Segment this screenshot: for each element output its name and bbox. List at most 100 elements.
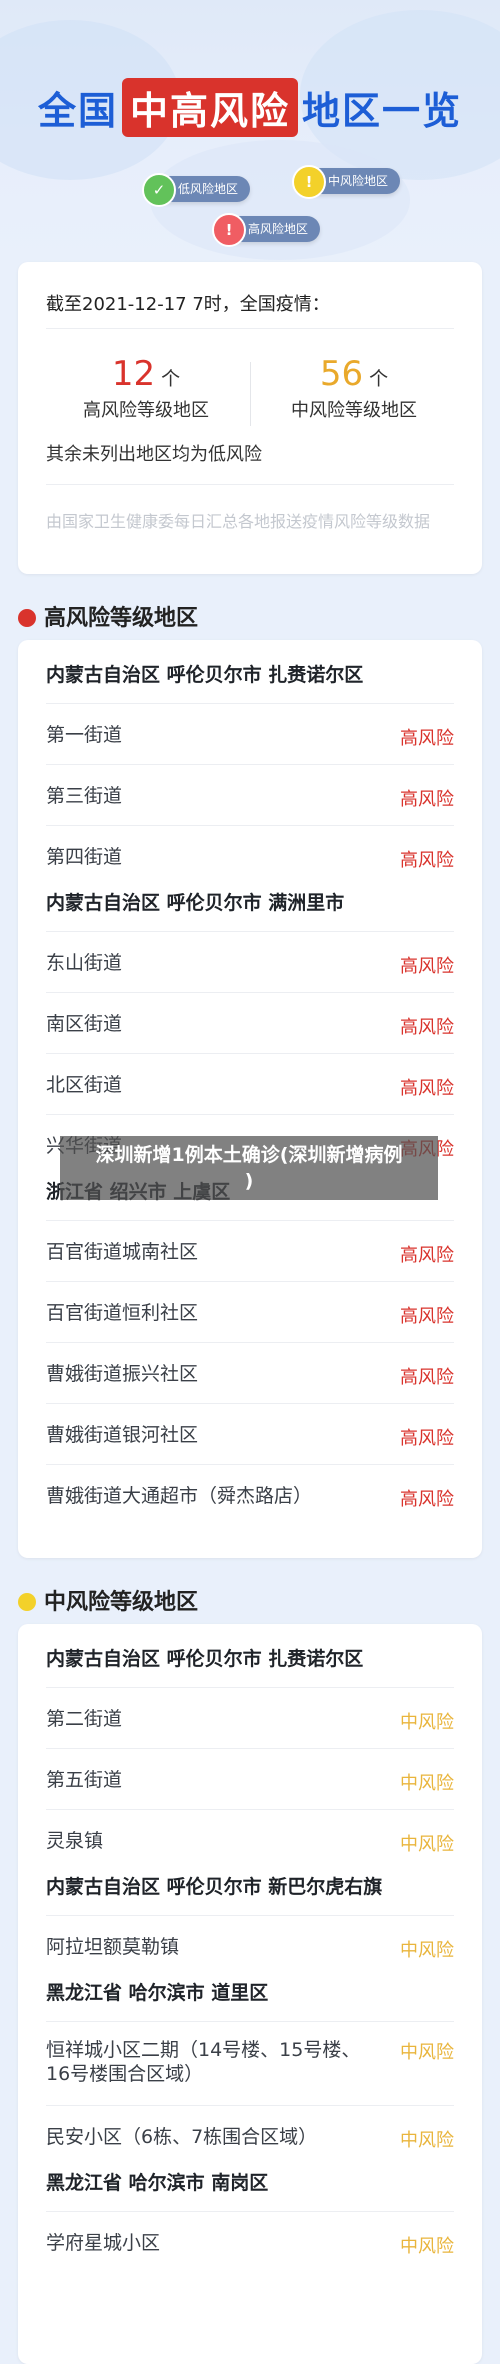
yellow-dot-icon: [18, 1593, 36, 1611]
list-item: 学府星城小区 中风险: [46, 2211, 454, 2273]
risk-level-badge: 中风险: [400, 2042, 454, 2063]
area-name: 民安小区（6栋、7栋围合区域）: [46, 2126, 318, 2148]
list-item: 民安小区（6栋、7栋围合区域） 中风险: [46, 2105, 454, 2167]
region-heading: 内蒙古自治区 呼伦贝尔市 满洲里市: [46, 892, 345, 914]
list-item: 第五街道 中风险: [46, 1748, 454, 1810]
area-name: 第五街道: [46, 1769, 123, 1791]
low-risk-note: 其余未列出地区均为低风险: [46, 444, 262, 465]
legend-high: ! 高风险地区: [212, 213, 321, 247]
hero-banner: 全国 中高风险 地区一览 ✓ 低风险地区 ! 中风险地区 ! 高风险地区: [0, 0, 500, 262]
list-item: 曹娥街道大通超市（舜杰路店） 高风险: [46, 1464, 454, 1526]
list-item: 曹娥街道银河社区 高风险: [46, 1403, 454, 1465]
divider: [46, 484, 454, 485]
area-name: 第一街道: [46, 724, 123, 746]
risk-level-badge: 中风险: [400, 1940, 454, 1961]
area-name: 第二街道: [46, 1708, 123, 1730]
divider: [46, 328, 454, 329]
area-name: 第三街道: [46, 785, 123, 807]
list-item: 第一街道 高风险: [46, 703, 454, 765]
mid-risk-unit: 个: [369, 368, 389, 390]
risk-level-badge: 高风险: [400, 1078, 454, 1099]
list-item: 第二街道 中风险: [46, 1687, 454, 1749]
legend-low: ✓ 低风险地区: [142, 173, 251, 207]
legend-high-label: 高风险地区: [248, 222, 309, 236]
area-name: 灵泉镇: [46, 1830, 104, 1852]
high-risk-card: 内蒙古自治区 呼伦贝尔市 扎赉诺尔区 第一街道 高风险 第三街道 高风险 第四街道 高风险内…: [18, 640, 482, 1558]
red-dot-icon: [18, 609, 36, 627]
exclamation-icon: !: [292, 165, 326, 199]
list-item: 第四街道 高风险: [46, 825, 454, 887]
risk-level-badge: 中风险: [400, 1773, 454, 1794]
caption-line-1: 深圳新增1例本土确诊(深圳新增病例: [95, 1144, 403, 1166]
risk-level-badge: 高风险: [400, 789, 454, 810]
area-name: 第四街道: [46, 846, 123, 868]
area-name: 东山街道: [46, 952, 123, 974]
risk-level-badge: 中风险: [400, 2236, 454, 2257]
area-name: 阿拉坦额莫勒镇: [46, 1936, 180, 1958]
risk-level-badge: 中风险: [400, 1834, 454, 1855]
mid-risk-count: 56: [319, 354, 364, 394]
region-heading: 内蒙古自治区 呼伦贝尔市 扎赉诺尔区: [46, 664, 364, 686]
mid-section-header: 中风险等级地区: [18, 1584, 198, 1616]
high-risk-unit: 个: [161, 368, 181, 390]
area-name: 曹娥街道大通超市（舜杰路店）: [46, 1485, 313, 1507]
risk-level-badge: 高风险: [400, 1367, 454, 1388]
legend-mid: ! 中风险地区: [292, 165, 401, 199]
list-item: 阿拉坦额莫勒镇 中风险: [46, 1915, 454, 1977]
region-heading: 内蒙古自治区 呼伦贝尔市 扎赉诺尔区: [46, 1648, 364, 1670]
list-item: 第三街道 高风险: [46, 764, 454, 826]
list-item: 灵泉镇 中风险: [46, 1809, 454, 1871]
news-caption-overlay: 深圳新增1例本土确诊(深圳新增病例 ): [60, 1136, 438, 1200]
data-source-note: 由国家卫生健康委每日汇总各地报送疫情风险等级数据: [46, 512, 431, 531]
title-suffix: 地区一览: [302, 89, 463, 133]
mid-section-title: 中风险等级地区: [44, 1590, 199, 1615]
list-item: 东山街道 高风险: [46, 931, 454, 993]
area-name: 南区街道: [46, 1013, 123, 1035]
legend-mid-label: 中风险地区: [328, 174, 389, 188]
summary-card: 截至2021-12-17 7时，全国疫情： 12 个 高风险等级地区 56 个 中风…: [18, 262, 482, 574]
area-name: 百官街道恒利社区: [46, 1302, 199, 1324]
update-date: 截至2021-12-17 7时，全国疫情：: [46, 294, 330, 315]
high-section-header: 高风险等级地区: [18, 600, 198, 632]
risk-level-badge: 高风险: [400, 1245, 454, 1266]
risk-level-badge: 中风险: [400, 2130, 454, 2151]
stat-divider: [250, 362, 251, 426]
area-name: 北区街道: [46, 1074, 123, 1096]
list-item: 曹娥街道振兴社区 高风险: [46, 1342, 454, 1404]
area-name: 恒祥城小区二期（14号楼、15号楼、16号楼围合区域）: [46, 2039, 361, 2085]
legend-low-label: 低风险地区: [178, 182, 239, 196]
page-title: 全国 中高风险 地区一览: [0, 78, 500, 137]
area-name: 曹娥街道振兴社区: [46, 1363, 199, 1385]
risk-level-badge: 高风险: [400, 728, 454, 749]
region-heading: 内蒙古自治区 呼伦贝尔市 新巴尔虎右旗: [46, 1876, 383, 1898]
title-highlight: 中高风险: [121, 78, 298, 137]
list-item: 恒祥城小区二期（14号楼、15号楼、16号楼围合区域） 中风险: [46, 2021, 454, 2106]
risk-level-badge: 高风险: [400, 956, 454, 977]
mid-risk-stat: 56 个 中风险等级地区: [254, 354, 454, 422]
risk-level-badge: 高风险: [400, 1017, 454, 1038]
list-item: 北区街道 高风险: [46, 1053, 454, 1115]
list-item: 百官街道恒利社区 高风险: [46, 1281, 454, 1343]
mid-risk-card: 内蒙古自治区 呼伦贝尔市 扎赉诺尔区 第二街道 中风险 第五街道 中风险 灵泉镇 中风险 内蒙…: [18, 1624, 482, 2364]
exclamation-icon: !: [212, 213, 246, 247]
region-heading: 黑龙江省 哈尔滨市 道里区: [46, 1982, 269, 2004]
caption-line-2: ): [244, 1170, 254, 1192]
risk-level-badge: 高风险: [400, 1306, 454, 1327]
risk-level-badge: 中风险: [400, 1712, 454, 1733]
region-heading: 黑龙江省 哈尔滨市 南岗区: [46, 2172, 269, 2194]
area-name: 曹娥街道银河社区: [46, 1424, 199, 1446]
high-risk-stat: 12 个 高风险等级地区: [46, 354, 246, 422]
area-name: 百官街道城南社区: [46, 1241, 199, 1263]
risk-level-badge: 高风险: [400, 850, 454, 871]
mid-risk-label: 中风险等级地区: [291, 400, 417, 421]
check-icon: ✓: [142, 173, 176, 207]
list-item: 南区街道 高风险: [46, 992, 454, 1054]
area-name: 学府星城小区: [46, 2232, 161, 2254]
high-section-title: 高风险等级地区: [44, 606, 199, 631]
high-risk-count: 12: [111, 354, 156, 394]
risk-level-badge: 高风险: [400, 1489, 454, 1510]
risk-level-badge: 高风险: [400, 1428, 454, 1449]
list-item: 百官街道城南社区 高风险: [46, 1220, 454, 1282]
high-risk-label: 高风险等级地区: [83, 400, 209, 421]
title-prefix: 全国: [37, 89, 118, 133]
